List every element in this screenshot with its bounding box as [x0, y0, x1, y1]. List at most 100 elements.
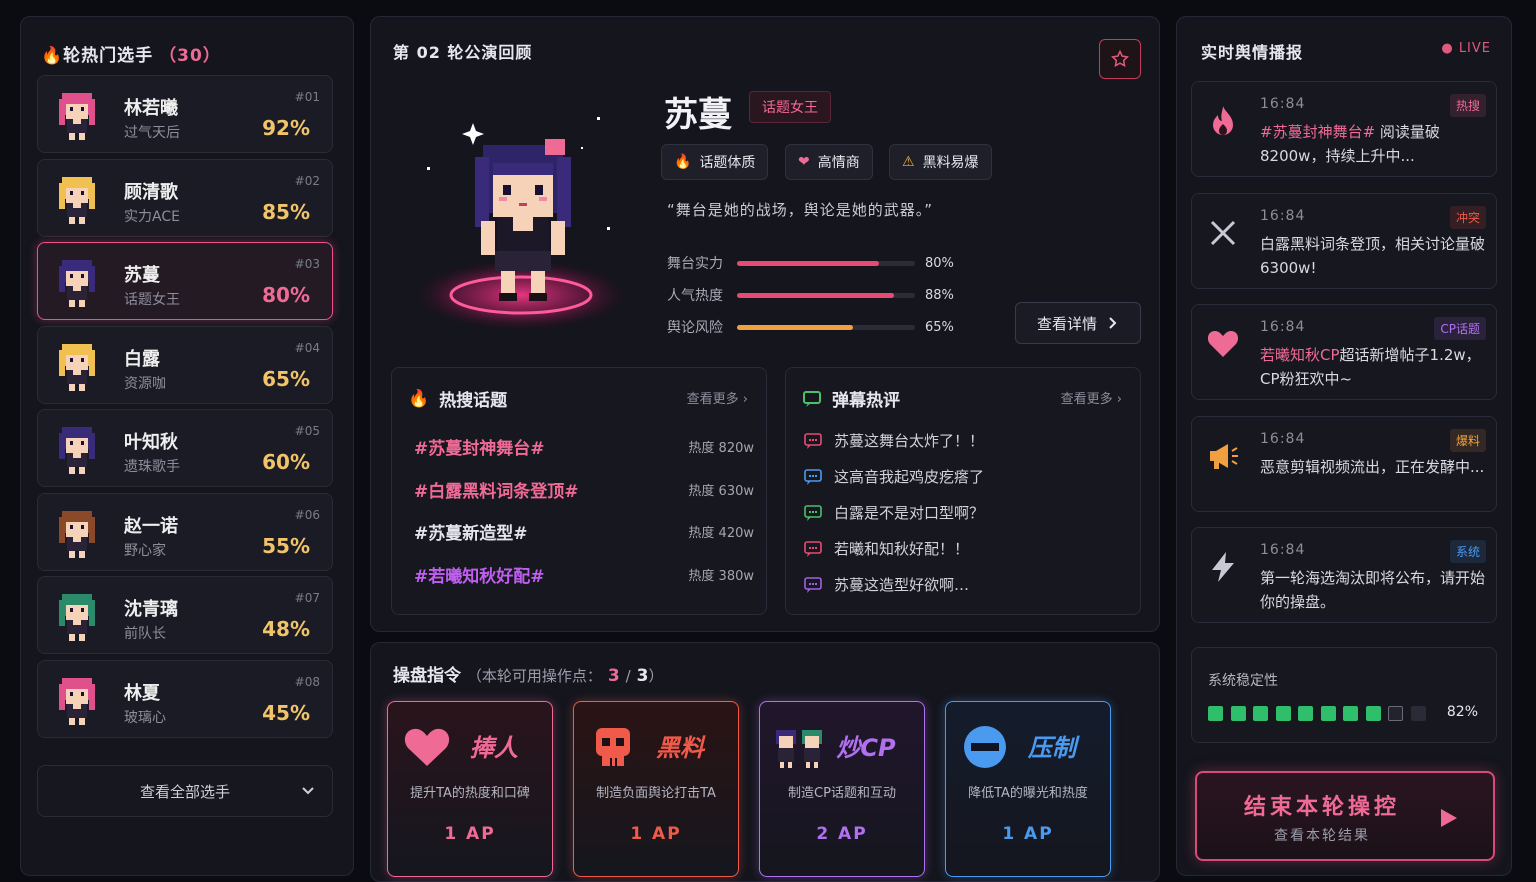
end-round-button[interactable]: 结束本轮操控 查看本轮结果: [1195, 771, 1495, 861]
stat-row: 人气热度 88%: [667, 285, 954, 305]
hot-topic-item[interactable]: #苏蔓新造型# 热度 420w: [414, 519, 754, 544]
op-card-cp[interactable]: 炒CP 制造CP话题和互动 2 AP: [759, 701, 925, 877]
stat-bar: [737, 260, 915, 266]
hot-topic-heat: 热度 380w: [688, 568, 754, 584]
danmaku-panel: 弹幕热评 查看更多 › 苏蔓这舞台太炸了！！ 这高音我起鸡皮疙瘩了 白露是不是对口型…: [785, 367, 1141, 615]
news-text: 白露黑料词条登顶，相关讨论量破 6300w!: [1260, 234, 1486, 277]
player-percent: 55%: [262, 533, 310, 558]
news-item[interactable]: 16:84 CP话题 若曦知秋CP超话新增帖子1.2w，CP粉狂欢中~: [1191, 304, 1497, 400]
hot-topic-heat: 热度 630w: [688, 483, 754, 499]
player-card[interactable]: 白露 资源咖 #04 65%: [37, 325, 333, 404]
danmaku-more-link[interactable]: 查看更多 ›: [1061, 388, 1122, 407]
chevron-down-icon: [302, 787, 314, 795]
chevron-right-icon: ›: [742, 392, 748, 407]
news-text: #苏蔓封神舞台# 阅读量破8200w，持续上升中...: [1260, 123, 1440, 165]
heart-icon: ❤: [798, 154, 810, 170]
op-card-minus[interactable]: 压制 降低TA的曝光和热度 1 AP: [945, 701, 1111, 877]
ap-remaining: 3: [607, 666, 620, 686]
view-details-button[interactable]: 查看详情: [1015, 302, 1141, 344]
player-rank: #07: [294, 591, 320, 605]
stat-fill: [737, 324, 853, 330]
player-tag: 资源咖: [124, 375, 166, 392]
player-name: 林夏: [124, 682, 160, 704]
character-sprite: [413, 117, 629, 331]
player-name: 苏蔓: [124, 265, 160, 286]
hot-topic-heat: 热度 420w: [688, 526, 754, 541]
player-tag: 过气天后: [124, 125, 180, 141]
hot-topic-item[interactable]: #若曦知秋好配# 热度 380w: [414, 562, 754, 587]
system-stability-panel: 系统稳定性 82%: [1191, 647, 1497, 743]
trait-high-eq: ❤ 高情商: [785, 144, 873, 180]
favorite-button[interactable]: [1099, 39, 1141, 79]
hot-topic-item[interactable]: #白露黑料词条登顶# 热度 630w: [414, 477, 754, 502]
hot-topic-item[interactable]: #苏蔓封神舞台# 热度 820w: [414, 434, 754, 459]
stat-row: 舞台实力 80%: [667, 253, 954, 273]
news-text: 若曦知秋CP超话新增帖子1.2w，CP粉狂欢中~: [1260, 346, 1481, 388]
player-name: 叶知秋: [124, 432, 178, 453]
trait-topic-magnet: 🔥 话题体质: [661, 144, 769, 180]
news-time: 16:84: [1260, 430, 1306, 447]
op-card-heart[interactable]: 捧人 提升TA的热度和口碑 1 AP: [387, 701, 553, 877]
stability-segment: [1253, 706, 1268, 721]
player-name: 沈青璃: [124, 599, 178, 620]
player-rank: #04: [294, 340, 320, 355]
player-avatar: [52, 507, 102, 559]
op-card-cost: 1 AP: [630, 824, 682, 844]
op-card-title: 黑料: [656, 734, 704, 762]
news-item[interactable]: 16:84 冲突 白露黑料词条登顶，相关讨论量破 6300w!: [1191, 192, 1497, 289]
review-title: 第 02 轮公演回顾: [393, 43, 533, 62]
player-rank: #06: [294, 507, 320, 522]
op-card-skull[interactable]: 黑料 制造负面舆论打击TA 1 AP: [573, 701, 739, 877]
player-card[interactable]: 赵一诺 野心家 #06 55%: [37, 492, 333, 571]
op-card-title: 捧人: [470, 734, 518, 762]
op-card-title: 炒CP: [836, 734, 896, 762]
player-tag: 遗珠歌手: [124, 459, 180, 475]
news-highlight: #苏蔓封神舞台#: [1260, 123, 1376, 141]
danmaku-title: 弹幕热评: [832, 391, 900, 411]
character-name: 苏蔓: [664, 95, 732, 135]
stability-segment: [1298, 706, 1313, 721]
heart-icon: [1206, 327, 1240, 361]
hot-search-more-link[interactable]: 查看更多 ›: [687, 388, 748, 407]
player-card[interactable]: 苏蔓 话题女王 #03 80%: [37, 242, 333, 320]
news-item[interactable]: 16:84 热搜 #苏蔓封神舞台# 阅读量破8200w，持续上升中...: [1191, 81, 1497, 177]
megaphone-icon: [1206, 439, 1240, 473]
danmaku-text: 这高音我起鸡皮疙瘩了: [834, 468, 985, 486]
warning-icon: ⚠: [902, 154, 915, 170]
player-card[interactable]: 林夏 玻璃心 #08 45%: [37, 659, 333, 738]
news-time: 16:84: [1260, 319, 1306, 335]
comment-icon: [804, 540, 822, 557]
fire-icon: 🔥: [674, 154, 692, 170]
operations-panel: 操盘指令 （本轮可用操作点： 3 / 3） 捧人 提升TA的热度和口碑 1 AP…: [370, 642, 1160, 882]
comment-icon: [804, 468, 822, 485]
news-badge: 爆料: [1449, 428, 1486, 452]
play-icon: [1441, 809, 1457, 827]
stat-value: 80%: [925, 255, 954, 271]
stat-fill: [737, 260, 880, 266]
player-name: 白露: [124, 348, 160, 370]
player-card[interactable]: 叶知秋 遗珠歌手 #05 60%: [37, 409, 333, 487]
cross-icon: [1206, 216, 1240, 250]
news-badge: CP话题: [1434, 317, 1486, 340]
danmaku-item: 苏蔓这造型好欲啊…: [804, 574, 969, 595]
player-rank: #08: [294, 674, 320, 689]
stat-row: 舆论风险 65%: [667, 317, 954, 337]
stat-label: 舞台实力: [667, 256, 723, 272]
comment-icon: [804, 504, 822, 521]
player-card[interactable]: 林若曦 过气天后 #01 92%: [37, 75, 333, 153]
player-avatar: [52, 423, 102, 475]
player-tag: 话题女王: [124, 292, 180, 308]
operations-header: 操盘指令 （本轮可用操作点： 3 / 3）: [393, 666, 664, 686]
player-tag: 野心家: [124, 542, 166, 559]
lightning-icon: [1206, 550, 1240, 584]
live-dot-icon: ●: [1441, 41, 1454, 56]
view-all-players-button[interactable]: 查看全部选手: [37, 765, 333, 817]
fire-icon: 🔥: [408, 388, 430, 409]
stat-value: 88%: [925, 287, 954, 303]
op-card-cost: 2 AP: [816, 824, 868, 844]
player-card[interactable]: 沈青璃 前队长 #07 48%: [37, 576, 333, 654]
player-card[interactable]: 顾清歌 实力ACE #02 85%: [37, 158, 333, 237]
news-item[interactable]: 16:84 爆料 恶意剪辑视频流出，正在发酵中...: [1191, 415, 1497, 512]
news-item[interactable]: 16:84 系统 第一轮海选淘汰即将公布，请开始你的操盘。: [1191, 527, 1497, 623]
player-avatar: [52, 256, 102, 308]
